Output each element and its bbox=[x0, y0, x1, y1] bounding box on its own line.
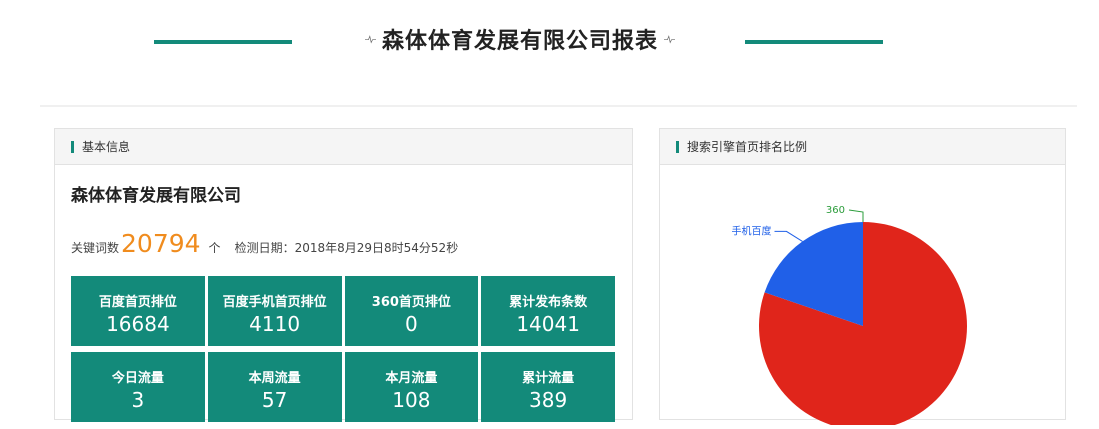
pie-chart-container: 360 手机百度 bbox=[660, 165, 1065, 429]
stat-label: 累计发布条数 bbox=[509, 295, 588, 310]
pie-label-mobile-baidu: 手机百度 bbox=[731, 224, 771, 237]
pulse-icon bbox=[365, 35, 376, 44]
check-date-label: 检测日期： bbox=[234, 241, 295, 255]
header-right-line bbox=[745, 40, 883, 44]
stat-label: 百度手机首页排位 bbox=[222, 295, 327, 310]
stat-card-week-traffic: 本周流量 57 bbox=[207, 352, 342, 422]
stat-card-baidu-home: 百度首页排位 16684 bbox=[71, 276, 205, 346]
stat-value: 0 bbox=[405, 312, 418, 336]
stat-card-baidu-mobile: 百度手机首页排位 4110 bbox=[207, 276, 342, 346]
stat-value: 108 bbox=[392, 388, 431, 412]
search-ratio-panel-title: 搜索引擎首页排名比例 bbox=[687, 140, 808, 154]
basic-info-panel-title: 基本信息 bbox=[82, 140, 131, 154]
pie-leader-mobile-baidu bbox=[774, 230, 803, 242]
stat-value: 14041 bbox=[516, 312, 580, 336]
pulse-icon bbox=[664, 35, 675, 44]
stat-card-today-traffic: 今日流量 3 bbox=[71, 352, 205, 422]
stat-card-360-home: 360首页排位 0 bbox=[344, 276, 479, 346]
keyword-label: 关键词数 bbox=[71, 241, 120, 255]
basic-info-panel: 基本信息 森体体育发展有限公司 关键词数 20794 个 检测日期： 2018年… bbox=[54, 128, 633, 422]
stat-label: 累计流量 bbox=[522, 371, 575, 386]
stat-card-month-traffic: 本月流量 108 bbox=[344, 352, 479, 422]
stat-value: 16684 bbox=[106, 312, 170, 336]
header-divider bbox=[40, 105, 1077, 107]
search-ratio-panel: 搜索引擎首页排名比例 360 手机百度 bbox=[659, 128, 1066, 429]
stat-card-total-posts: 累计发布条数 14041 bbox=[481, 276, 615, 346]
stat-label: 本月流量 bbox=[385, 371, 438, 386]
stats-grid: 百度首页排位 16684 百度手机首页排位 4110 360首页排位 0 累计发… bbox=[71, 276, 615, 422]
stat-value: 3 bbox=[131, 388, 145, 412]
check-date-value: 2018年8月29日8时54分52秒 bbox=[294, 241, 459, 255]
stat-label: 360首页排位 bbox=[371, 295, 451, 310]
panel-marker bbox=[71, 140, 74, 153]
search-ratio-panel-header: 搜索引擎首页排名比例 bbox=[660, 129, 1065, 165]
pie-label-360: 360 bbox=[826, 205, 845, 216]
company-name: 森体体育发展有限公司 bbox=[71, 186, 241, 206]
page-title: 森体体育发展有限公司报表 bbox=[381, 29, 658, 54]
keyword-row: 关键词数 20794 个 检测日期： 2018年8月29日8时54分52秒 bbox=[71, 229, 458, 258]
stat-card-total-traffic: 累计流量 389 bbox=[481, 352, 615, 422]
stat-label: 今日流量 bbox=[111, 371, 164, 386]
panel-marker bbox=[676, 140, 679, 153]
stat-label: 本周流量 bbox=[248, 371, 301, 386]
pie-leader-360 bbox=[848, 209, 864, 222]
pie-chart: 360 手机百度 bbox=[731, 205, 967, 429]
keyword-unit: 个 bbox=[208, 241, 221, 255]
header-left-line bbox=[154, 40, 292, 44]
stat-value: 57 bbox=[261, 388, 288, 412]
stat-label: 百度首页排位 bbox=[98, 295, 177, 310]
header: 森体体育发展有限公司报表 bbox=[365, 22, 675, 56]
stat-value: 389 bbox=[529, 388, 568, 412]
basic-info-panel-header: 基本信息 bbox=[55, 129, 632, 165]
stat-value: 4110 bbox=[249, 312, 301, 336]
keyword-count: 20794 bbox=[121, 229, 201, 258]
